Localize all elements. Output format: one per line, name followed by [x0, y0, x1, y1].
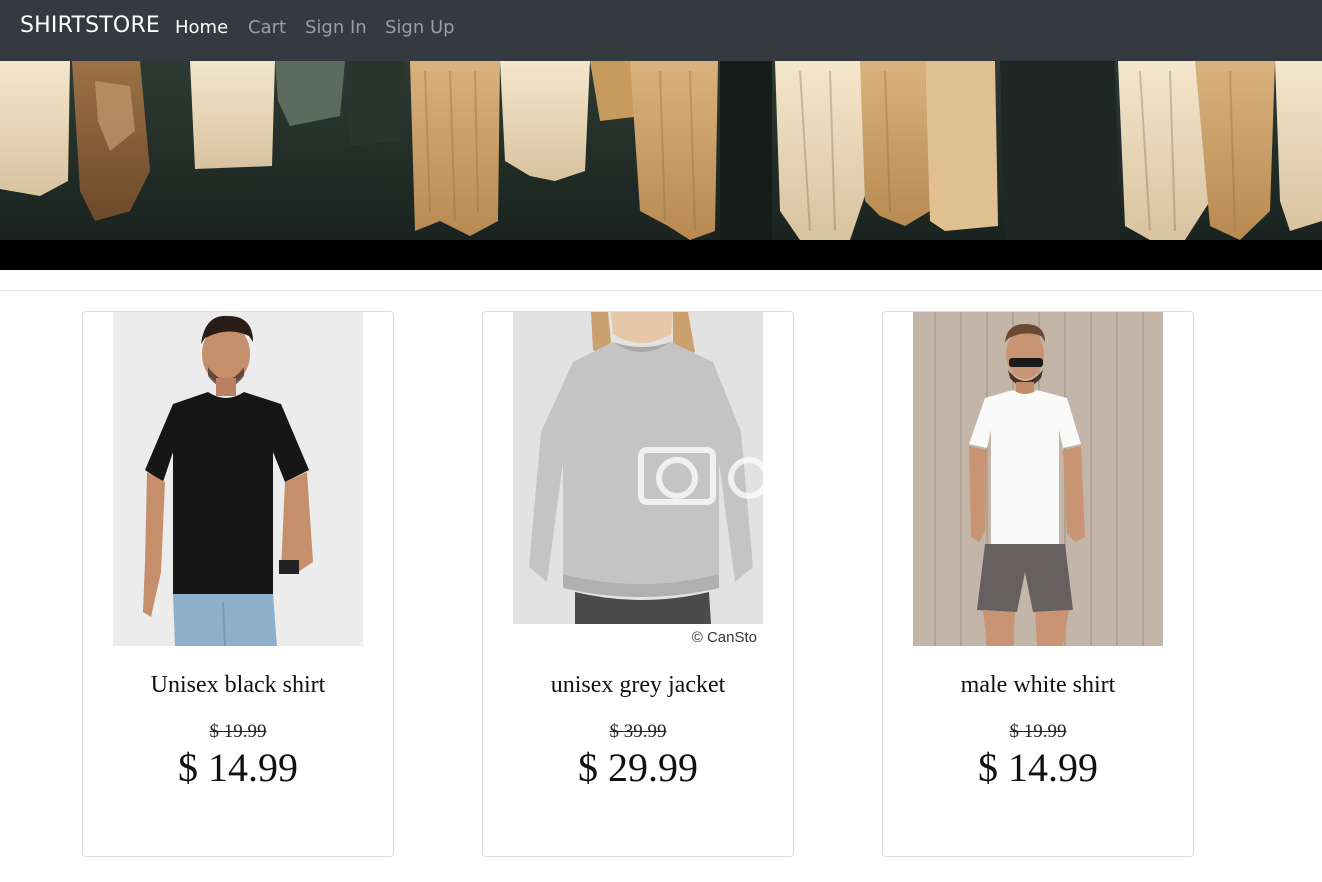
product-title[interactable]: Unisex black shirt — [83, 672, 393, 699]
hero-banner-image — [0, 61, 1322, 240]
product-price: $ 14.99 — [978, 745, 1098, 790]
product-card[interactable]: male white shirt $ 19.99 $ 14.99 — [882, 311, 1194, 857]
banner-bottom-strip — [0, 240, 1322, 270]
nav-cart-link[interactable]: Cart — [248, 17, 286, 38]
product-title[interactable]: male white shirt — [883, 672, 1193, 699]
product-image-grey-jacket[interactable]: © CanSto — [513, 312, 763, 646]
product-price: $ 14.99 — [178, 745, 298, 790]
navbar: SHIRTSTORE Home Cart Sign In Sign Up — [0, 0, 1322, 61]
nav-sign-up-link[interactable]: Sign Up — [385, 17, 455, 38]
product-price: $ 29.99 — [578, 745, 698, 790]
product-old-price: $ 19.99 — [1009, 721, 1067, 742]
product-title[interactable]: unisex grey jacket — [483, 672, 793, 699]
product-old-price: $ 19.99 — [209, 721, 267, 742]
section-divider — [0, 290, 1322, 291]
product-image-black-shirt[interactable] — [113, 312, 363, 646]
product-image-white-shirt[interactable] — [913, 312, 1163, 646]
brand-logo-link[interactable]: SHIRTSTORE — [20, 13, 160, 38]
nav-home-link[interactable]: Home — [175, 17, 228, 38]
watermark-text: © CanSto — [692, 629, 757, 646]
product-card[interactable]: Unisex black shirt $ 19.99 $ 14.99 — [82, 311, 394, 857]
nav-sign-in-link[interactable]: Sign In — [305, 17, 367, 38]
product-card[interactable]: © CanSto unisex grey jacket $ 39.99 $ 29… — [482, 311, 794, 857]
product-old-price: $ 39.99 — [609, 721, 667, 742]
